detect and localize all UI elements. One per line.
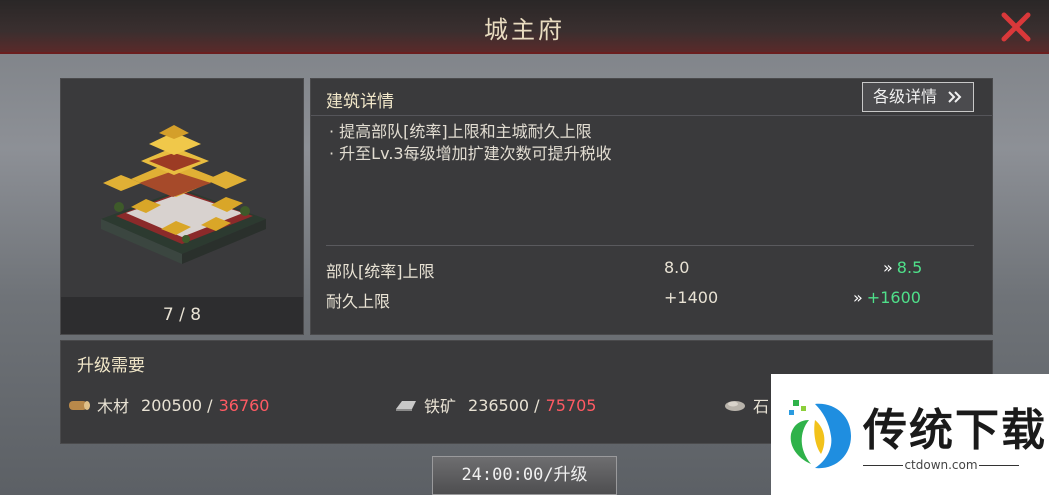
title-bar: 城主府 (0, 0, 1049, 54)
stat-label: 部队[统率]上限 (326, 262, 435, 281)
arrow-right-icon: » (883, 258, 893, 277)
stat-next: » +1600 (853, 288, 921, 307)
stat-current: +1400 (664, 288, 719, 307)
stat-row-command-limit: 部队[统率]上限 8.0 » 8.5 (326, 255, 976, 281)
building-panel: 7 / 8 (60, 78, 304, 335)
description-line: · 升至Lv.3每级增加扩建次数可提升税收 (329, 144, 612, 163)
stat-next-value: +1600 (866, 288, 921, 307)
resource-need: 36760 (218, 395, 270, 415)
stat-next: » 8.5 (883, 258, 922, 277)
building-level: 7 / 8 (61, 297, 303, 334)
description-line: · 提高部队[统率]上限和主城耐久上限 (329, 122, 592, 141)
requirements-title: 升级需要 (77, 356, 145, 376)
building-details-panel: 建筑详情 各级详情 · 提高部队[统率]上限和主城耐久上限 · 升至Lv.3每级… (310, 78, 993, 335)
level-details-button[interactable]: 各级详情 (861, 82, 974, 112)
close-icon (1001, 12, 1031, 42)
resource-name: 铁矿 (424, 397, 457, 416)
details-title: 建筑详情 (326, 92, 394, 112)
palace-building-image (101, 125, 266, 264)
iron-icon (396, 401, 416, 411)
watermark-url: ctdown.com (904, 458, 978, 472)
resource-have: 236500 / (468, 395, 540, 415)
requirement-iron: 铁矿 236500 / 75705 (394, 393, 596, 417)
stone-icon (725, 401, 745, 411)
upgrade-button[interactable]: 24:00:00/升级 (432, 456, 617, 495)
divider (326, 245, 974, 246)
arrow-right-icon: » (853, 288, 863, 307)
details-header: 建筑详情 各级详情 (311, 79, 992, 116)
wood-icon (69, 401, 90, 410)
resource-name: 木材 (97, 397, 130, 416)
watermark: 传统下载 ctdown.com (771, 374, 1049, 495)
watermark-logo (789, 400, 851, 469)
stat-row-durability-limit: 耐久上限 +1400 » +1600 (326, 285, 976, 311)
requirement-stone: 石 (723, 393, 769, 417)
resource-need: 75705 (545, 395, 597, 415)
building-description: · 提高部队[统率]上限和主城耐久上限 · 升至Lv.3每级增加扩建次数可提升税… (329, 121, 612, 165)
requirement-wood: 木材 200500 / 36760 (67, 393, 269, 417)
window-title: 城主府 (484, 16, 565, 44)
watermark-brand: 传统下载 (863, 405, 1047, 456)
stat-current: 8.0 (664, 258, 690, 277)
resource-have: 200500 / (141, 395, 213, 415)
level-details-label: 各级详情 (872, 87, 937, 106)
resource-name: 石 (753, 397, 770, 416)
double-chevron-right-icon (948, 91, 962, 103)
stat-next-value: 8.5 (896, 258, 923, 277)
stat-label: 耐久上限 (326, 292, 391, 311)
close-button[interactable] (999, 10, 1033, 44)
